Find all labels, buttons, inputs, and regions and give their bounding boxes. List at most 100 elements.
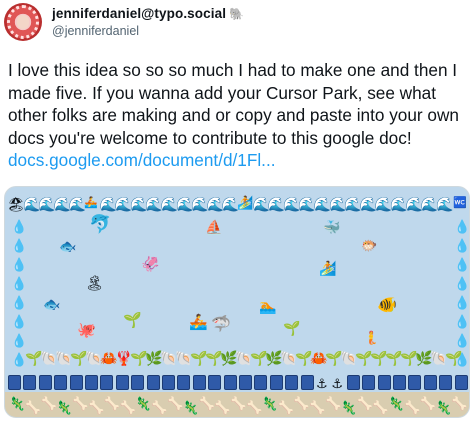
bone-icon: 🦴 bbox=[40, 396, 57, 411]
wave-icon: 🌊 bbox=[436, 196, 454, 212]
droplet-icon: 💧 bbox=[454, 276, 470, 291]
bone-icon: 🦴 bbox=[198, 396, 215, 411]
bone-icon: 🦴 bbox=[404, 400, 421, 415]
droplet-icon: 💧 bbox=[454, 314, 470, 329]
bone-icon: 🦴 bbox=[356, 396, 373, 411]
lizard-icon: 🦎 bbox=[9, 396, 26, 411]
blue-tile-icon bbox=[8, 375, 21, 390]
display-name-text: jenniferdaniel@typo.social bbox=[52, 6, 227, 21]
fish-icon: 🐟 bbox=[59, 238, 77, 254]
bone-icon: 🦴 bbox=[151, 400, 168, 415]
droplet-icon: 💧 bbox=[454, 238, 470, 253]
blue-tile-icon bbox=[393, 375, 406, 390]
blue-tile-icon bbox=[454, 375, 468, 390]
swimmer-icon: 🏊 bbox=[259, 298, 277, 314]
surfer-icon: 🏄 bbox=[237, 195, 254, 210]
bone-icon: 🦴 bbox=[325, 396, 342, 411]
blue-tile-icon bbox=[23, 375, 37, 390]
droplet-icon: 💧 bbox=[11, 295, 28, 310]
bone-icon: 🦴 bbox=[451, 396, 468, 411]
blue-tile-icon bbox=[254, 375, 268, 390]
blue-tile-icon bbox=[131, 375, 145, 390]
blue-tile-icon bbox=[269, 375, 283, 390]
surfer-icon: 🏄 bbox=[319, 260, 337, 276]
blue-tile-icon bbox=[192, 375, 206, 390]
tweet-body: I love this idea so so so much I had to … bbox=[8, 60, 459, 148]
bone-icon: 🦴 bbox=[246, 400, 263, 415]
blue-tile-icon bbox=[115, 375, 129, 390]
lizard-icon: 🦎 bbox=[340, 400, 357, 415]
blue-tile-icon bbox=[300, 375, 314, 390]
droplet-icon: 💧 bbox=[454, 333, 470, 348]
bone-icon: 🦴 bbox=[88, 400, 105, 415]
blue-tile-icon bbox=[100, 375, 114, 390]
lizard-icon: 🦎 bbox=[135, 396, 152, 411]
emoji-pond-scene: 🏖 🌊 🌊 🌊 🌊 🚣 🌊 🌊 🌊 🌊 🌊 🌊 🌊 🌊 🌊 🏄 🌊 🌊 🌊 🌊 🌊 🌊 🌊 🌊 🌊 🌊 🌊 🌊 🌊 🚾 💧 💧 💧 💧 💧 💧 💧 💧 💧 💧… bbox=[5, 187, 470, 417]
blue-tile-icon bbox=[223, 375, 237, 390]
droplet-icon: 💧 bbox=[454, 219, 470, 234]
blue-tile-icon bbox=[54, 375, 68, 390]
squid-icon: 🦑 bbox=[141, 256, 160, 273]
droplet-icon: 💧 bbox=[11, 257, 28, 272]
lizard-icon: 🦎 bbox=[388, 396, 405, 411]
blue-tile-icon bbox=[69, 375, 83, 390]
droplet-icon: 💧 bbox=[11, 333, 28, 348]
blue-tile-icon bbox=[423, 375, 437, 390]
water-closet-icon: 🚾 bbox=[453, 197, 468, 209]
lizard-icon: 🦎 bbox=[182, 400, 199, 415]
seedling-icon: 🌱 bbox=[445, 350, 463, 366]
droplet-icon: 💧 bbox=[454, 257, 470, 272]
sailboat-icon: ⛵ bbox=[205, 219, 223, 235]
droplet-icon: 💧 bbox=[11, 219, 28, 234]
blue-tile-icon bbox=[285, 375, 299, 390]
lizard-icon: 🦎 bbox=[261, 396, 278, 411]
droplet-icon: 💧 bbox=[454, 295, 470, 310]
shark-icon: 🦈 bbox=[211, 316, 231, 333]
avatar[interactable] bbox=[4, 3, 42, 41]
bone-icon: 🦴 bbox=[372, 400, 389, 415]
blue-tile-icon bbox=[85, 375, 98, 390]
droplet-icon: 💧 bbox=[11, 314, 28, 329]
bone-icon: 🦴 bbox=[214, 400, 231, 415]
tweet-link[interactable]: docs.google.com/document/d/1Fl... bbox=[8, 150, 276, 170]
author-display-name[interactable]: jenniferdaniel@typo.social 🐘 bbox=[52, 6, 244, 21]
blue-tile-icon bbox=[408, 375, 422, 390]
droplet-icon: 💧 bbox=[11, 238, 28, 253]
octopus-icon: 🐙 bbox=[77, 322, 96, 339]
fish-icon: 🐟 bbox=[43, 296, 61, 312]
tweet-text: I love this idea so so so much I had to … bbox=[8, 59, 470, 172]
bone-icon: 🦴 bbox=[309, 400, 326, 415]
blue-tile-icon bbox=[439, 375, 453, 390]
blowfish-icon: 🐡 bbox=[361, 238, 378, 253]
tropical-fish-icon: 🐠 bbox=[377, 297, 397, 314]
seedling-icon: 🌱 bbox=[283, 320, 301, 336]
droplet-icon: 💧 bbox=[11, 276, 28, 291]
bone-icon: 🦴 bbox=[293, 396, 310, 411]
bone-icon: 🦴 bbox=[103, 396, 120, 411]
author-handle[interactable]: @jenniferdaniel bbox=[52, 24, 139, 38]
tweet-media-image[interactable]: 🏖 🌊 🌊 🌊 🌊 🚣 🌊 🌊 🌊 🌊 🌊 🌊 🌊 🌊 🌊 🏄 🌊 🌊 🌊 🌊 🌊 🌊 🌊 🌊 🌊 🌊 🌊 🌊 🌊 🚾 💧 💧 💧 💧 💧 💧 💧 💧 💧 💧… bbox=[4, 186, 470, 418]
elephant-icon: 🐘 bbox=[229, 7, 245, 21]
blue-tile-icon bbox=[239, 375, 252, 390]
bone-icon: 🦴 bbox=[167, 396, 184, 411]
lizard-icon: 🦎 bbox=[56, 400, 73, 415]
blue-tile-icon bbox=[208, 375, 222, 390]
bone-icon: 🦴 bbox=[230, 396, 247, 411]
anchor-icon: ⚓ bbox=[331, 376, 344, 391]
seedling-icon: 🌱 bbox=[123, 312, 142, 329]
blue-tile-icon bbox=[146, 375, 160, 390]
whale-icon: 🐳 bbox=[323, 219, 341, 235]
blue-tile-icon bbox=[362, 375, 376, 390]
bone-icon: 🦴 bbox=[24, 400, 41, 415]
lizard-icon: 🦎 bbox=[435, 400, 452, 415]
avatar-face bbox=[17, 15, 29, 29]
blue-tile-icon bbox=[377, 375, 391, 390]
bone-icon: 🦴 bbox=[419, 396, 436, 411]
anchor-icon: ⚓ bbox=[316, 376, 328, 391]
blue-tile-icon bbox=[177, 375, 191, 390]
bone-icon: 🦴 bbox=[72, 396, 89, 411]
bone-icon: 🦴 bbox=[277, 400, 294, 415]
mermaid-icon: 🧜 bbox=[363, 330, 380, 345]
rowboat-icon: 🚣 bbox=[189, 314, 208, 331]
blue-tile-icon bbox=[346, 375, 360, 390]
